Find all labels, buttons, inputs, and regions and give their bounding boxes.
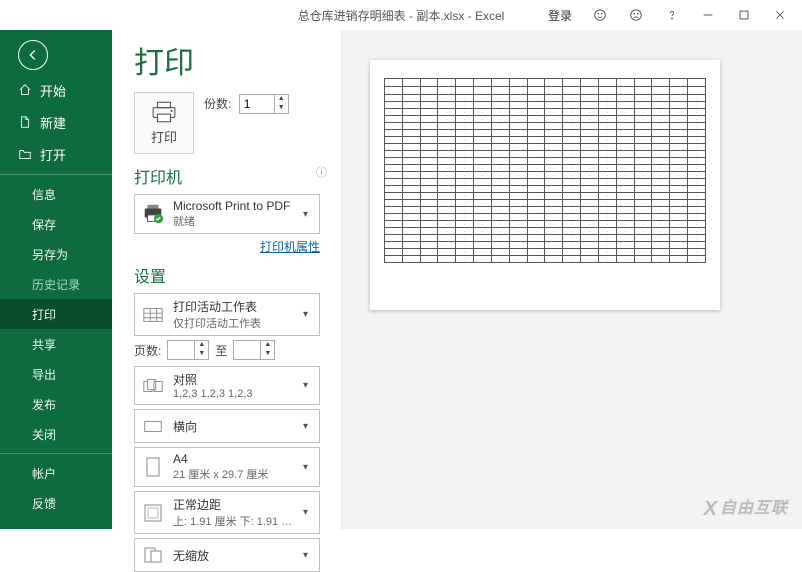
nav-home[interactable]: 开始 [0, 74, 112, 106]
copies-stepper[interactable]: ▲▼ [239, 94, 289, 114]
nav-print[interactable]: 打印 [0, 299, 112, 329]
scaling-icon [141, 543, 165, 567]
nav-save[interactable]: 保存 [0, 209, 112, 239]
print-button[interactable]: 打印 [134, 92, 194, 154]
paper-dropdown[interactable]: A4 21 厘米 x 29.7 厘米 ▾ [134, 447, 320, 487]
nav-open-label: 打开 [40, 145, 66, 164]
nav-saveas[interactable]: 另存为 [0, 239, 112, 269]
margins-sub: 上: 1.91 厘米 下: 1.91 厘… [173, 513, 295, 529]
nav-share[interactable]: 共享 [0, 329, 112, 359]
collate-icon [141, 374, 165, 398]
print-what-title: 打印活动工作表 [173, 298, 295, 315]
home-icon [18, 83, 32, 97]
copies-group: 份数: ▲▼ [204, 92, 289, 114]
page-title: 打印 [134, 38, 341, 82]
face-sad-icon[interactable] [618, 0, 654, 30]
chevron-down-icon: ▾ [303, 421, 313, 432]
copies-arrows[interactable]: ▲▼ [274, 95, 288, 113]
margins-title: 正常边距 [173, 496, 295, 513]
margins-icon [141, 501, 165, 525]
nav-open[interactable]: 打开 [0, 138, 112, 170]
settings-heading: 设置 [134, 263, 341, 287]
nav-export[interactable]: 导出 [0, 359, 112, 389]
nav-feedback[interactable]: 反馈 [0, 488, 112, 518]
pages-label: 页数: [134, 342, 161, 359]
print-settings-pane: 打印 打印 份数: ▲▼ 打印机 ⓘ [112, 30, 342, 529]
chevron-down-icon: ▾ [303, 380, 313, 391]
chevron-down-icon: ▾ [303, 462, 313, 473]
orientation-title: 横向 [173, 418, 295, 435]
margins-dropdown[interactable]: 正常边距 上: 1.91 厘米 下: 1.91 厘… ▾ [134, 491, 320, 534]
printer-icon [151, 101, 177, 123]
chevron-down-icon: ▾ [303, 507, 313, 518]
titlebar-controls: 登录 [548, 0, 798, 30]
nav-separator-2 [0, 453, 112, 454]
new-icon [18, 115, 32, 129]
backstage-sidebar: 开始 新建 打开 信息 保存 另存为 历史记录 打印 共享 导出 发布 关闭 帐… [0, 30, 112, 529]
printer-status-icon [141, 202, 165, 226]
orientation-icon [141, 414, 165, 438]
chevron-down-icon: ▾ [303, 309, 313, 320]
paper-sub: 21 厘米 x 29.7 厘米 [173, 466, 295, 482]
page-to-input[interactable] [234, 341, 260, 359]
printer-properties-link[interactable]: 打印机属性 [134, 238, 320, 255]
back-button[interactable] [18, 40, 48, 70]
close-button[interactable] [762, 0, 798, 30]
print-what-sub: 仅打印活动工作表 [173, 315, 295, 331]
scaling-dropdown[interactable]: 无缩放 ▾ [134, 538, 320, 572]
printer-dropdown[interactable]: Microsoft Print to PDF 就绪 ▾ [134, 194, 320, 234]
print-button-label: 打印 [151, 127, 177, 146]
nav-separator [0, 174, 112, 175]
content: 打印 打印 份数: ▲▼ 打印机 ⓘ [112, 30, 802, 529]
open-icon [18, 147, 32, 161]
paper-title: A4 [173, 452, 295, 466]
paper-icon [141, 455, 165, 479]
copies-label: 份数: [204, 97, 231, 111]
maximize-button[interactable] [726, 0, 762, 30]
face-happy-icon[interactable] [582, 0, 618, 30]
scaling-title: 无缩放 [173, 547, 295, 564]
nav-close[interactable]: 关闭 [0, 419, 112, 449]
printer-name: Microsoft Print to PDF [173, 199, 295, 213]
nav-home-label: 开始 [40, 81, 66, 100]
pages-row: 页数: ▲▼ 至 ▲▼ [134, 340, 320, 360]
collate-dropdown[interactable]: 对照 1,2,3 1,2,3 1,2,3 ▾ [134, 366, 320, 405]
nav-info[interactable]: 信息 [0, 179, 112, 209]
main-area: 开始 新建 打开 信息 保存 另存为 历史记录 打印 共享 导出 发布 关闭 帐… [0, 30, 802, 529]
titlebar: 总仓库进销存明细表 - 副本.xlsx - Excel 登录 [0, 0, 802, 30]
nav-publish[interactable]: 发布 [0, 389, 112, 419]
minimize-button[interactable] [690, 0, 726, 30]
printer-heading: 打印机 ⓘ [134, 164, 341, 188]
collate-sub: 1,2,3 1,2,3 1,2,3 [173, 388, 295, 400]
collate-title: 对照 [173, 371, 295, 388]
nav-new[interactable]: 新建 [0, 106, 112, 138]
help-icon[interactable] [654, 0, 690, 30]
info-icon[interactable]: ⓘ [316, 164, 327, 180]
printer-status: 就绪 [173, 213, 295, 229]
pages-to-label: 至 [215, 342, 227, 359]
nav-new-label: 新建 [40, 113, 66, 132]
print-what-dropdown[interactable]: 打印活动工作表 仅打印活动工作表 ▾ [134, 293, 320, 336]
nav-account[interactable]: 帐户 [0, 458, 112, 488]
copies-input[interactable] [240, 95, 274, 113]
chevron-down-icon: ▾ [303, 550, 313, 561]
window-title: 总仓库进销存明细表 - 副本.xlsx - Excel [298, 7, 505, 24]
sheets-icon [141, 303, 165, 327]
login-link[interactable]: 登录 [548, 7, 572, 24]
preview-page: ········································… [370, 60, 720, 310]
preview-table: ········································… [384, 78, 706, 263]
chevron-down-icon: ▾ [303, 209, 313, 220]
watermark: X自由互联 [704, 494, 788, 521]
page-to-stepper[interactable]: ▲▼ [233, 340, 275, 360]
nav-history[interactable]: 历史记录 [0, 269, 112, 299]
print-action-row: 打印 份数: ▲▼ [134, 92, 341, 154]
print-preview-pane: ········································… [342, 30, 802, 529]
page-from-input[interactable] [168, 341, 194, 359]
page-from-stepper[interactable]: ▲▼ [167, 340, 209, 360]
orientation-dropdown[interactable]: 横向 ▾ [134, 409, 320, 443]
